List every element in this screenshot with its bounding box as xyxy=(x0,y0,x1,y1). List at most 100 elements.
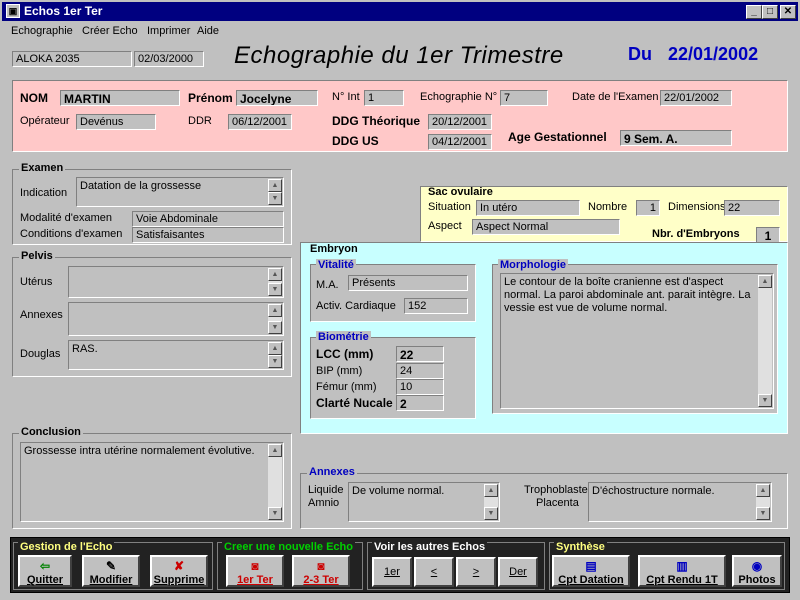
dimensions-field[interactable]: 22 xyxy=(724,200,780,216)
next-echo-button[interactable]: > xyxy=(456,557,496,587)
indication-label: Indication xyxy=(20,187,68,199)
examen-title: Examen xyxy=(19,162,66,174)
device-field[interactable]: ALOKA 2035 xyxy=(12,51,132,67)
modalite-field[interactable]: Voie Abdominale xyxy=(132,211,284,227)
supprime-button[interactable]: ✘ Supprime xyxy=(150,555,208,587)
prenom-field[interactable]: Jocelyne xyxy=(236,90,318,106)
app-icon[interactable]: ▣ xyxy=(6,4,20,18)
scroll-up-icon[interactable]: ▲ xyxy=(758,275,772,288)
minimize-button[interactable]: _ xyxy=(746,5,762,19)
synthese-section: Synthèse ▤ Cpt Datation ▥ Cpt Rendu 1T ◉… xyxy=(549,541,785,590)
douglas-text: RAS. xyxy=(72,343,98,355)
scroll-down-icon[interactable]: ▼ xyxy=(268,507,282,520)
scroll-down-icon[interactable]: ▼ xyxy=(268,321,282,334)
clarte-field[interactable]: 2 xyxy=(396,395,444,411)
ddg-theo-field[interactable]: 20/12/2001 xyxy=(428,114,492,130)
femur-field[interactable]: 10 xyxy=(396,379,444,395)
ddr-field[interactable]: 06/12/2001 xyxy=(228,114,292,130)
nombre-label: Nombre xyxy=(588,201,628,213)
operateur-field[interactable]: Devénus xyxy=(76,114,156,130)
close-button[interactable]: ✕ xyxy=(780,5,796,19)
femur-label: Fémur (mm) xyxy=(316,381,377,393)
tropho-field[interactable]: D'échostructure normale. ▲ ▼ xyxy=(588,482,772,522)
conditions-field[interactable]: Satisfaisantes xyxy=(132,227,284,243)
photos-button[interactable]: ◉ Photos xyxy=(732,555,782,587)
t23-label: 2-3 Ter xyxy=(303,574,339,586)
menu-echographie[interactable]: Echographie xyxy=(11,25,73,37)
scroll-up-icon[interactable]: ▲ xyxy=(268,304,282,317)
bottom-toolbar: Gestion de l'Echo ⇦ Quitter ✎ Modifier ✘… xyxy=(10,537,790,593)
nom-field[interactable]: MARTIN xyxy=(60,90,180,106)
morphologie-scrollbar[interactable]: ▲ ▼ xyxy=(758,275,772,407)
quitter-button[interactable]: ⇦ Quitter xyxy=(18,555,72,587)
scroll-up-icon[interactable]: ▲ xyxy=(268,179,282,192)
nom-label: NOM xyxy=(20,91,48,105)
scroll-down-icon[interactable]: ▼ xyxy=(268,192,282,205)
menu-bar: Echographie Créer Echo Imprimer Aide xyxy=(2,22,798,40)
bip-field[interactable]: 24 xyxy=(396,363,444,379)
cpt-datation-label: Cpt Datation xyxy=(558,574,624,586)
liquide-field[interactable]: De volume normal. ▲ ▼ xyxy=(348,482,500,522)
cardiaque-field[interactable]: 152 xyxy=(404,298,468,314)
conclusion-field[interactable]: Grossesse intra utérine normalement évol… xyxy=(20,442,284,522)
voir-section: Voir les autres Echos 1er < > Der xyxy=(367,541,545,590)
conclusion-scrollbar[interactable]: ▲ ▼ xyxy=(268,444,282,520)
scroll-up-icon[interactable]: ▲ xyxy=(484,484,498,497)
ddr-label: DDR xyxy=(188,115,212,127)
morphologie-field[interactable]: Le contour de la boîte cranienne est d'a… xyxy=(500,273,774,409)
date-exam-field[interactable]: 22/01/2002 xyxy=(660,90,732,106)
liquide-scrollbar[interactable]: ▲ ▼ xyxy=(484,484,498,520)
scroll-down-icon[interactable]: ▼ xyxy=(268,283,282,296)
age-field[interactable]: 9 Sem. A. xyxy=(620,130,732,146)
creer-title: Creer une nouvelle Echo xyxy=(222,541,355,553)
echo-num-field[interactable]: 7 xyxy=(500,90,548,106)
scroll-down-icon[interactable]: ▼ xyxy=(756,507,770,520)
cpt-rendu-button[interactable]: ▥ Cpt Rendu 1T xyxy=(638,555,726,587)
device-date-field[interactable]: 02/03/2000 xyxy=(134,51,204,67)
nombre-field[interactable]: 1 xyxy=(636,200,660,216)
nbr-emb-field[interactable]: 1 xyxy=(756,227,780,243)
scroll-up-icon[interactable]: ▲ xyxy=(268,268,282,281)
situation-field[interactable]: In utéro xyxy=(476,200,580,216)
exit-door-icon: ⇦ xyxy=(39,559,51,573)
annexes-field[interactable]: ▲ ▼ xyxy=(68,302,284,336)
indication-field[interactable]: Datation de la grossesse ▲ ▼ xyxy=(76,177,284,207)
menu-imprimer[interactable]: Imprimer xyxy=(147,25,190,37)
first-echo-button[interactable]: 1er xyxy=(372,557,412,587)
cpt-datation-button[interactable]: ▤ Cpt Datation xyxy=(552,555,630,587)
uterus-scrollbar[interactable]: ▲ ▼ xyxy=(268,268,282,296)
clarte-label: Clarté Nucale xyxy=(316,396,393,410)
scroll-up-icon[interactable]: ▲ xyxy=(756,484,770,497)
douglas-field[interactable]: RAS. ▲ ▼ xyxy=(68,340,284,370)
menu-creer-echo[interactable]: Créer Echo xyxy=(82,25,138,37)
prev-echo-button[interactable]: < xyxy=(414,557,454,587)
conclusion-title: Conclusion xyxy=(19,426,83,438)
aspect-field[interactable]: Aspect Normal xyxy=(472,219,620,235)
new-1er-ter-button[interactable]: ◙ 1er Ter xyxy=(226,555,284,587)
scroll-down-icon[interactable]: ▼ xyxy=(484,507,498,520)
document-icon: ▤ xyxy=(585,559,597,573)
liquide-text: De volume normal. xyxy=(352,485,445,497)
scroll-down-icon[interactable]: ▼ xyxy=(758,394,772,407)
maximize-button[interactable]: □ xyxy=(762,5,778,19)
ddg-us-field[interactable]: 04/12/2001 xyxy=(428,134,492,150)
header-date: 22/01/2002 xyxy=(668,44,759,64)
prenom-label: Prénom xyxy=(188,91,233,105)
nint-field[interactable]: 1 xyxy=(364,90,404,106)
indication-scrollbar[interactable]: ▲ ▼ xyxy=(268,179,282,205)
uterus-field[interactable]: ▲ ▼ xyxy=(68,266,284,298)
last-echo-button[interactable]: Der xyxy=(498,557,538,587)
annexes-scrollbar[interactable]: ▲ ▼ xyxy=(268,304,282,334)
scroll-down-icon[interactable]: ▼ xyxy=(268,355,282,368)
amnio-label: Amnio xyxy=(308,497,340,509)
douglas-scrollbar[interactable]: ▲ ▼ xyxy=(268,342,282,368)
lcc-field[interactable]: 22 xyxy=(396,346,444,362)
modifier-button[interactable]: ✎ Modifier xyxy=(82,555,140,587)
morphologie-title: Morphologie xyxy=(498,259,568,271)
ma-field[interactable]: Présents xyxy=(348,275,468,291)
tropho-scrollbar[interactable]: ▲ ▼ xyxy=(756,484,770,520)
scroll-up-icon[interactable]: ▲ xyxy=(268,342,282,355)
scroll-up-icon[interactable]: ▲ xyxy=(268,444,282,457)
new-2-3-ter-button[interactable]: ◙ 2-3 Ter xyxy=(292,555,350,587)
menu-aide[interactable]: Aide xyxy=(197,25,219,37)
